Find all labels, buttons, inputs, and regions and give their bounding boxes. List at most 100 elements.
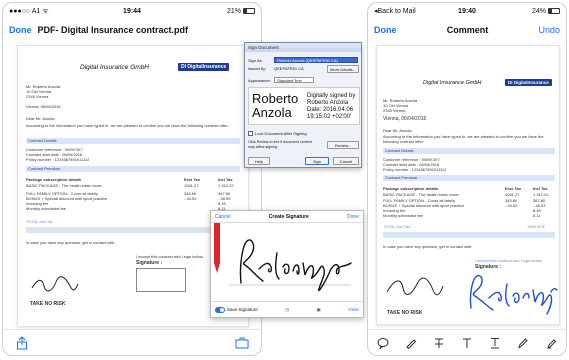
carrier-label: ●●●○○ A1 ᯤ: [9, 7, 49, 15]
table-cell: Monthly scheduled fee: [26, 206, 67, 211]
preview-text-line: Roberto Anzola: [307, 100, 349, 106]
done-button[interactable]: Done: [9, 25, 32, 35]
date-line: Vienna, 06/04/2016: [383, 116, 427, 122]
text-icon[interactable]: [458, 334, 476, 352]
table-cell: 1 312.22: [533, 192, 549, 197]
section-header: Contract Details: [383, 148, 555, 154]
pen-tool-icon[interactable]: [213, 223, 221, 273]
signature-canvas[interactable]: [211, 223, 365, 303]
pencil-icon[interactable]: [514, 334, 532, 352]
status-bar: ◂Back to Mail 19:40 24%: [368, 3, 566, 19]
table-header-cell: Incl Tax: [533, 186, 548, 191]
save-signature-label: Save Signature: [227, 306, 258, 312]
contract-line: Policy number : 1234567891011112: [383, 167, 447, 172]
signature-box[interactable]: [136, 268, 186, 292]
intro-text: According to the information you have ty…: [26, 123, 229, 128]
total-value: 1660.40 €: [527, 224, 545, 229]
battery-icon: [548, 7, 560, 14]
date-line: Vienna, 06/04/2016: [26, 104, 61, 109]
accept-text: I accept this contract and I sign below.: [475, 258, 543, 263]
questions-text: In case you have any question, get in co…: [383, 244, 473, 249]
done-button[interactable]: Done: [374, 25, 397, 35]
bottom-toolbar: [3, 329, 261, 355]
table-cell: 1061.27: [184, 183, 199, 188]
take-no-risk: TAKE NO RISK: [30, 301, 66, 307]
preview-text-line: Digitally signed by: [307, 93, 356, 99]
company-logo: DI DigitalInsurance: [505, 79, 552, 86]
sign-document-dialog: Sign Document Sign As: Roberto Anzola (Q…: [244, 42, 362, 168]
annotation-toolbar: [368, 329, 566, 355]
questions-text: In case you have any question, get in co…: [26, 240, 116, 245]
table-header-cell: Excl Tax: [505, 186, 521, 191]
table-cell: 1061.27: [505, 192, 520, 197]
table-cell: Monthly scheduled fee: [383, 213, 424, 218]
comment-icon[interactable]: [374, 334, 392, 352]
greeting: Dear Mr. Anzola,: [383, 128, 413, 133]
recipient-line: 2345 Vienna: [26, 94, 49, 99]
table-cell: BASIC PACKAGE - The health basic cover: [26, 183, 102, 188]
clock-icon[interactable]: ◷: [285, 307, 289, 313]
highlighter-icon[interactable]: [542, 334, 560, 352]
section-divider: [383, 232, 555, 238]
section-header: Contract Premium: [383, 175, 555, 181]
underline-text-icon[interactable]: [486, 334, 504, 352]
appearance-label: Appearance:: [248, 77, 271, 83]
document-title: PDF- Digital Insurance contract.pdf: [37, 25, 189, 35]
signature-label: Signature :: [136, 260, 163, 266]
battery-icon: [243, 7, 255, 14]
right-phone-screen: ◂Back to Mail 19:40 24% Done Comment Und…: [367, 2, 567, 356]
total-label: TOTAL Incl.Tax :: [383, 224, 413, 229]
table-cell: - 44.52: [184, 196, 197, 201]
table-header-cell: Excl Tax: [184, 177, 200, 182]
battery-indicator: 21%: [173, 8, 255, 15]
cancel-button[interactable]: Cancel: [333, 157, 359, 165]
toolbox-icon[interactable]: [233, 334, 251, 352]
table-header-cell: Package subscription details: [383, 186, 439, 191]
accept-text: I accept this contract and I sign below.: [136, 254, 204, 259]
preview-text-line: 19:15:02 +02'00': [307, 114, 352, 120]
pdf-page[interactable]: Digital Insurance GmbH DI DigitalInsuran…: [376, 45, 560, 325]
table-cell: 1 312.22: [218, 183, 234, 188]
done-button[interactable]: Done: [347, 214, 359, 220]
nav-bar: Done PDF- Digital Insurance contract.pdf: [3, 19, 261, 41]
cancel-button[interactable]: Cancel: [215, 214, 231, 220]
company-name: Digital Insurance GmbH: [423, 80, 482, 86]
back-to-mail-link[interactable]: ◂Back to Mail: [374, 7, 436, 15]
save-signature-toggle[interactable]: Save Signature: [215, 306, 258, 313]
help-button[interactable]: Help: [248, 157, 270, 165]
preview-name: Roberto Anzola: [252, 91, 299, 120]
pen-icon[interactable]: [402, 334, 420, 352]
sign-button[interactable]: Sign: [305, 157, 329, 165]
create-signature-panel: Cancel Create Signature Done Save Signat…: [210, 210, 364, 318]
undo-button[interactable]: Undo: [538, 25, 560, 35]
company-logo: DI DigitalInsurance: [178, 63, 230, 71]
take-no-risk: TAKE NO RISK: [387, 310, 423, 316]
battery-percent: 24%: [531, 7, 546, 15]
signature-preview: Roberto Anzola Digitally signed by Rober…: [248, 87, 360, 125]
review-button[interactable]: Review...: [327, 141, 359, 149]
share-icon[interactable]: [13, 334, 31, 352]
greeting: Dear Mr. Anzola,: [26, 116, 56, 121]
text-strike-icon[interactable]: [430, 334, 448, 352]
applied-signature[interactable]: [465, 268, 559, 316]
panel-title: Create Signature: [268, 213, 309, 220]
lock-checkbox[interactable]: [248, 131, 253, 136]
preview-text-line: Date: 2016.04.06: [307, 107, 354, 113]
section-header: Contract Details: [26, 138, 240, 144]
table-cell: BASIC PACKAGE - The health basic cover: [383, 192, 459, 197]
table-cell: - 44.52: [505, 203, 518, 208]
table-header-cell: Incl Tax: [218, 177, 233, 182]
appearance-select[interactable]: Standard Text: [274, 77, 314, 83]
total-label: TOTAL Incl.Tax :: [26, 219, 56, 224]
image-icon[interactable]: ▣: [317, 307, 321, 313]
review-text: Click Review to see if document content …: [248, 140, 312, 149]
more-details-button[interactable]: More Details...: [327, 65, 359, 73]
toggle-switch-icon: [215, 306, 225, 313]
sign-as-select[interactable]: Roberto Anzola (QEEPAFRIG CA): [274, 57, 358, 63]
company-name: Digital Insurance GmbH: [80, 64, 149, 71]
status-time: 19:40: [458, 7, 476, 15]
clear-button[interactable]: Clear: [348, 307, 359, 312]
nav-bar: Done Comment Undo: [368, 19, 566, 41]
issued-by-label: Issued by:: [248, 66, 267, 71]
handwritten-signature: [239, 239, 352, 292]
